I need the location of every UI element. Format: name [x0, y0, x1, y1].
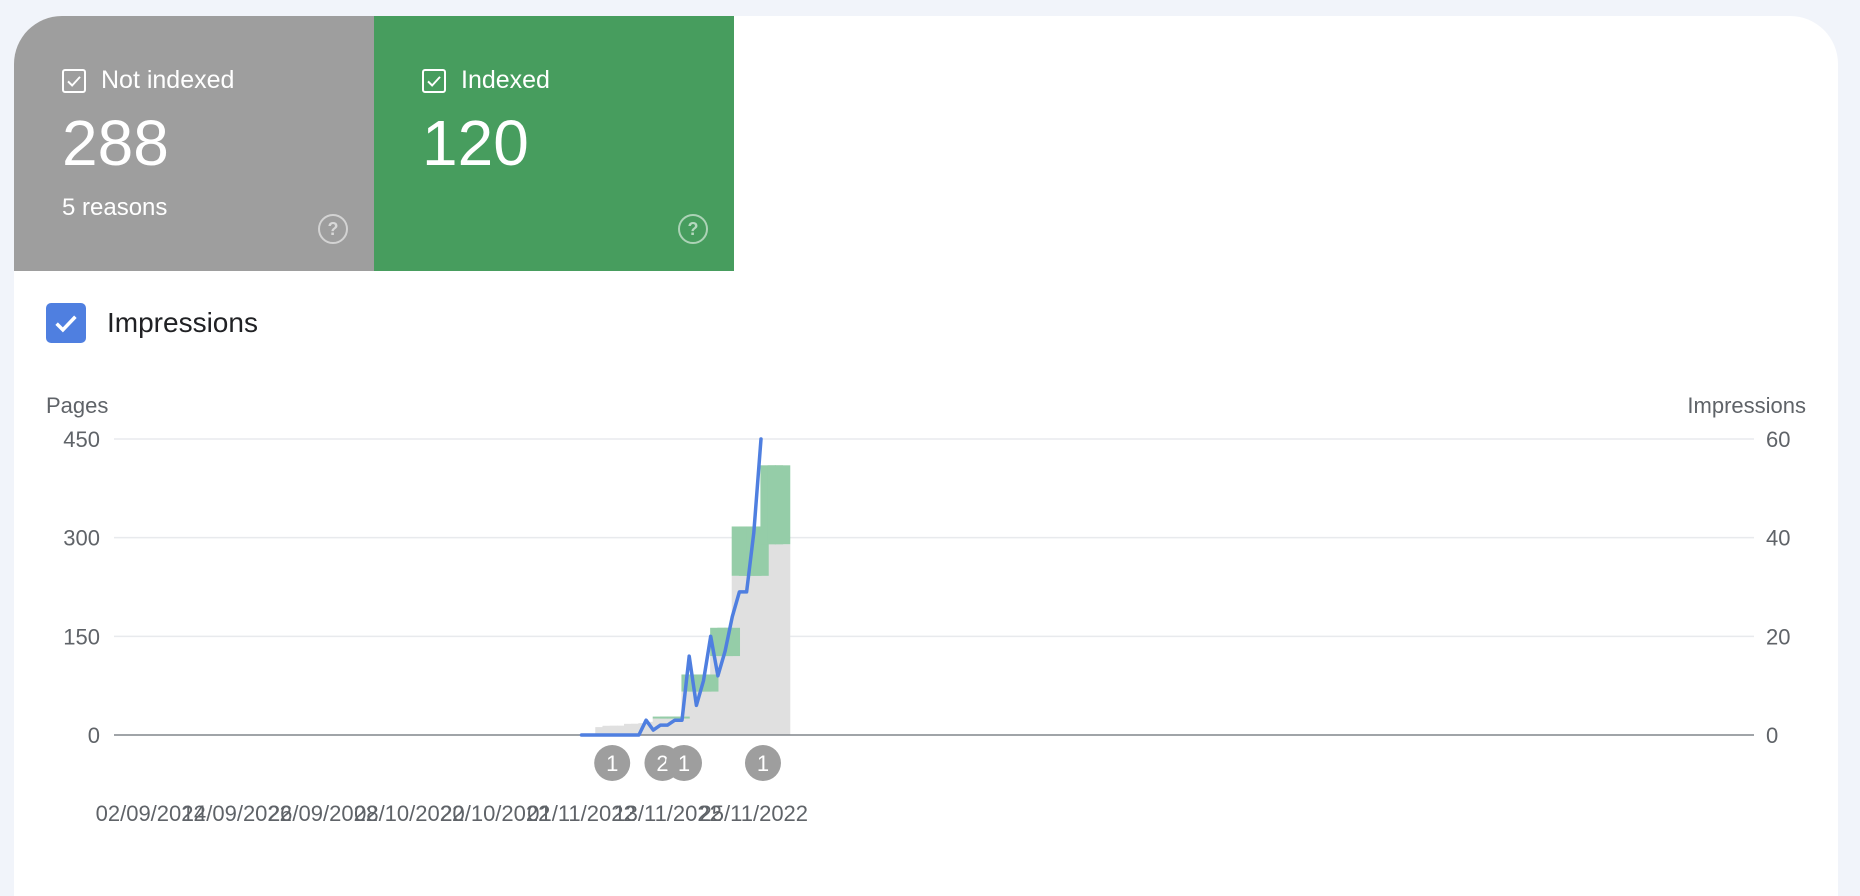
y-tick-left: 150 — [63, 624, 100, 649]
annotation-label: 1 — [757, 751, 769, 776]
y-tick-right: 20 — [1766, 624, 1790, 649]
y-tick-left: 300 — [63, 526, 100, 551]
annotation-marker: 1 — [594, 745, 631, 781]
y-tick-labels: 450 300 150 0 60 40 20 0 — [63, 427, 1790, 748]
annotation-label: 1 — [678, 751, 690, 776]
y-tick-right: 60 — [1766, 427, 1790, 452]
y-tick-right: 40 — [1766, 526, 1790, 551]
x-tick-label: 25/11/2022 — [700, 801, 808, 826]
annotations: 1211 — [594, 745, 781, 781]
y-axis-left-title: Pages — [46, 393, 108, 418]
annotation-marker: 1 — [666, 745, 702, 781]
bar-not-indexed — [774, 544, 791, 735]
y-tick-left: 450 — [63, 427, 100, 452]
y-tick-left: 0 — [88, 723, 100, 748]
annotation-label: 1 — [606, 751, 618, 776]
y-axis-right-title: Impressions — [1687, 393, 1806, 418]
bar-indexed — [774, 465, 791, 545]
coverage-chart: Pages Impressions 45030015006040200 1211… — [46, 393, 1806, 826]
y-tick-right: 0 — [1766, 723, 1778, 748]
bars — [595, 465, 791, 735]
x-tick-labels: 02/09/202214/09/202226/09/202208/10/2022… — [96, 801, 808, 826]
annotation-marker: 1 — [744, 745, 781, 781]
gridlines — [114, 438, 1754, 638]
